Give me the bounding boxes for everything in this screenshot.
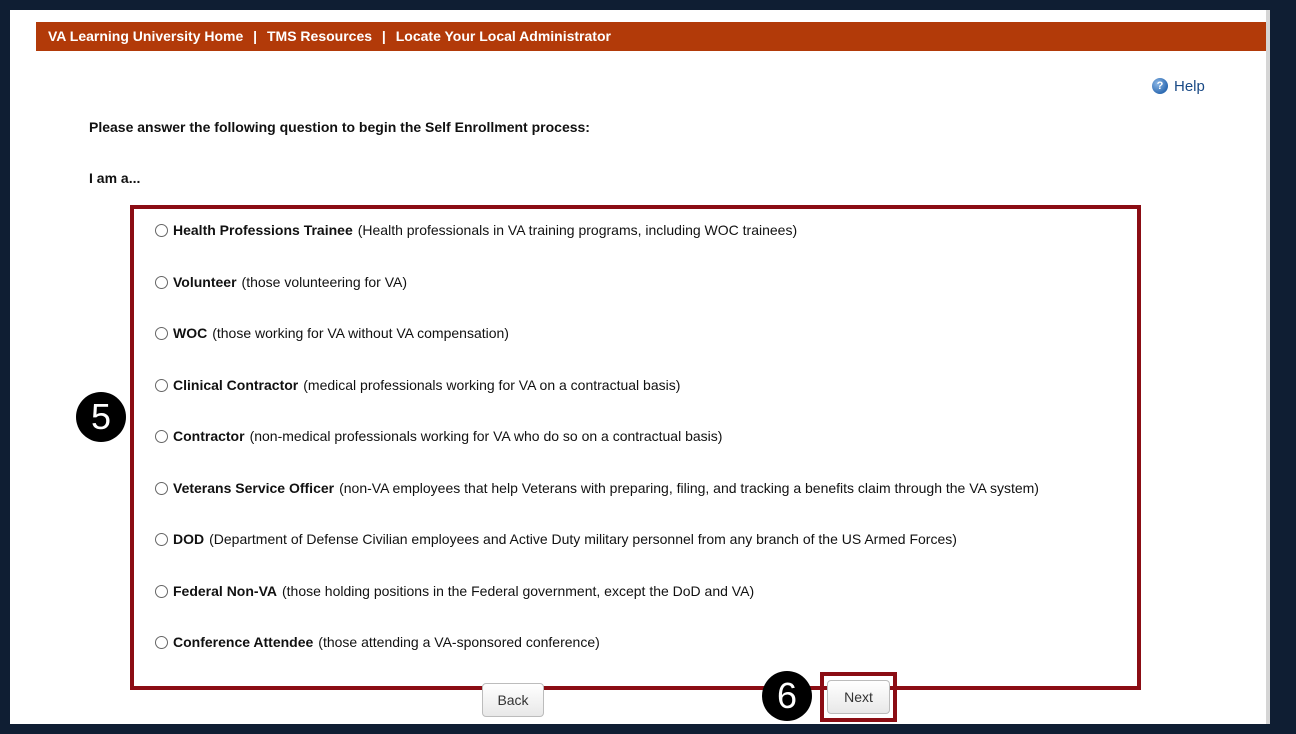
screen-frame-left xyxy=(0,0,10,734)
radio-button[interactable] xyxy=(155,378,168,392)
option-description: (Department of Defense Civilian employee… xyxy=(209,531,957,547)
option-title: Clinical Contractor xyxy=(173,377,299,393)
option-woc[interactable]: WOC (those working for VA without VA com… xyxy=(155,322,509,344)
option-veterans-service-officer[interactable]: Veterans Service Officer (non-VA employe… xyxy=(155,477,1039,499)
screen-frame-bottom xyxy=(0,724,1296,734)
option-description: (non-medical professionals working for V… xyxy=(249,428,723,444)
option-health-professions-trainee[interactable]: Health Professions Trainee (Health profe… xyxy=(155,219,797,241)
radio-button[interactable] xyxy=(155,223,168,237)
screen-frame-top xyxy=(0,0,1296,10)
option-federal-non-va[interactable]: Federal Non-VA (those holding positions … xyxy=(155,580,754,602)
option-description: (those working for VA without VA compens… xyxy=(212,325,509,341)
radio-button[interactable] xyxy=(155,481,168,495)
option-title: Health Professions Trainee xyxy=(173,222,353,238)
enrollment-prompt: Please answer the following question to … xyxy=(89,119,590,135)
radio-button[interactable] xyxy=(155,532,168,546)
nav-link-va-learning-home[interactable]: VA Learning University Home xyxy=(48,28,243,44)
option-title: Contractor xyxy=(173,428,245,444)
nav-separator: | xyxy=(253,28,258,44)
next-button[interactable]: Next xyxy=(827,680,890,714)
radio-button[interactable] xyxy=(155,635,168,649)
screen-frame-right xyxy=(1270,0,1296,734)
radio-button[interactable] xyxy=(155,429,168,443)
option-title: DOD xyxy=(173,531,205,547)
option-title: Volunteer xyxy=(173,274,237,290)
option-description: (those volunteering for VA) xyxy=(241,274,408,290)
radio-button[interactable] xyxy=(155,275,168,289)
option-description: (those attending a VA-sponsored conferen… xyxy=(318,634,600,650)
help-icon: ? xyxy=(1152,78,1168,94)
nav-link-locate-administrator[interactable]: Locate Your Local Administrator xyxy=(396,28,611,44)
step-5-callout: 5 xyxy=(76,392,126,442)
option-title: Conference Attendee xyxy=(173,634,314,650)
option-description: (Health professionals in VA training pro… xyxy=(357,222,798,238)
back-button[interactable]: Back xyxy=(482,683,544,717)
header-nav-bar: VA Learning University Home | TMS Resour… xyxy=(36,22,1266,51)
option-description: (medical professionals working for VA on… xyxy=(303,377,681,393)
question-label: I am a... xyxy=(89,170,141,186)
option-clinical-contractor[interactable]: Clinical Contractor (medical professiona… xyxy=(155,374,680,396)
option-dod[interactable]: DOD (Department of Defense Civilian empl… xyxy=(155,528,957,550)
radio-button[interactable] xyxy=(155,326,168,340)
radio-button[interactable] xyxy=(155,584,168,598)
content-edge xyxy=(1266,10,1270,734)
step-6-callout: 6 xyxy=(762,671,812,721)
option-conference-attendee[interactable]: Conference Attendee (those attending a V… xyxy=(155,631,600,653)
option-title: Federal Non-VA xyxy=(173,583,277,599)
nav-link-tms-resources[interactable]: TMS Resources xyxy=(267,28,372,44)
help-link[interactable]: ? Help xyxy=(1152,76,1205,96)
option-description: (those holding positions in the Federal … xyxy=(281,583,755,599)
option-description: (non-VA employees that help Veterans wit… xyxy=(339,480,1039,496)
nav-separator: | xyxy=(381,28,386,44)
help-label: Help xyxy=(1174,77,1205,95)
option-title: Veterans Service Officer xyxy=(173,480,335,496)
option-contractor[interactable]: Contractor (non-medical professionals wo… xyxy=(155,425,722,447)
option-title: WOC xyxy=(173,325,208,341)
option-volunteer[interactable]: Volunteer (those volunteering for VA) xyxy=(155,271,407,293)
